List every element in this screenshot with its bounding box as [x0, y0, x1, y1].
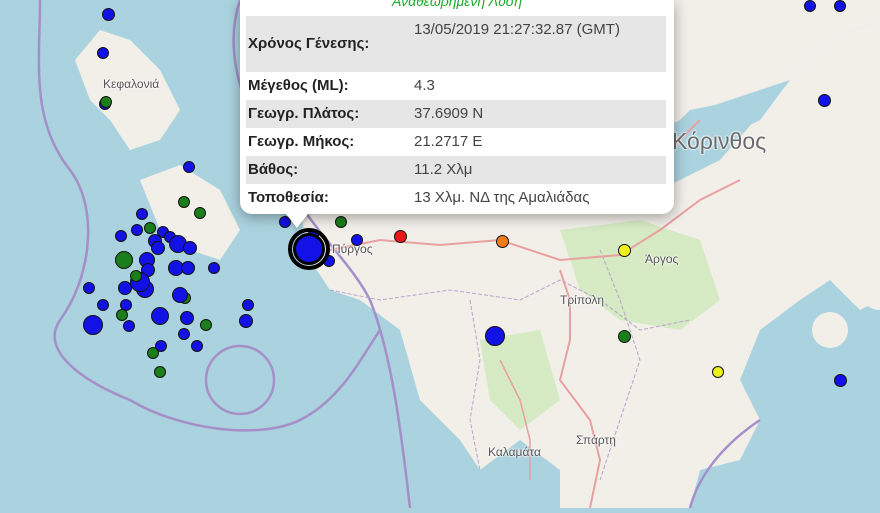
earthquake-marker[interactable]	[131, 224, 143, 236]
place-label-kalamata: Καλαμάτα	[488, 445, 541, 459]
place-label-korinthos: Κόρινθος	[672, 128, 767, 154]
earthquake-marker[interactable]	[151, 307, 169, 325]
earthquake-marker[interactable]	[118, 281, 132, 295]
earthquake-marker[interactable]	[485, 326, 505, 346]
earthquake-marker[interactable]	[154, 366, 166, 378]
earthquake-marker[interactable]	[804, 0, 816, 12]
earthquake-marker[interactable]	[178, 196, 190, 208]
earthquake-marker[interactable]	[180, 311, 194, 325]
earthquake-marker[interactable]	[183, 241, 197, 255]
earthquake-marker[interactable]	[712, 366, 724, 378]
detail-row-magnitude: Μέγεθος (ML): 4.3	[246, 72, 666, 100]
earthquake-marker[interactable]	[208, 262, 220, 274]
detail-value: 21.2717 E	[414, 133, 483, 150]
detail-label: Χρόνος Γένεσης:	[246, 16, 412, 72]
earthquake-marker[interactable]	[617, 243, 631, 257]
earthquake-marker[interactable]	[172, 287, 188, 303]
selected-earthquake-marker[interactable]	[293, 233, 325, 265]
detail-row-origin-time: Χρόνος Γένεσης: 13/05/2019 21:27:32.87 (…	[246, 16, 666, 72]
earthquake-marker[interactable]	[183, 161, 195, 173]
place-label-argos: Άργος	[645, 252, 679, 266]
earthquake-marker[interactable]	[100, 96, 112, 108]
popup-title: Αναθεωρημένη Λύση	[392, 0, 522, 9]
earthquake-marker[interactable]	[115, 251, 133, 269]
earthquake-marker[interactable]	[178, 328, 190, 340]
earthquake-marker[interactable]	[817, 93, 831, 107]
detail-row-latitude: Γεωγρ. Πλάτος: 37.6909 N	[246, 100, 666, 128]
earthquake-marker[interactable]	[181, 261, 195, 275]
earthquake-marker[interactable]	[130, 270, 142, 282]
earthquake-marker[interactable]	[136, 208, 148, 220]
earthquake-marker[interactable]	[97, 47, 109, 59]
earthquake-marker[interactable]	[194, 207, 206, 219]
earthquake-marker[interactable]	[239, 314, 253, 328]
earthquake-details-table: Χρόνος Γένεσης: 13/05/2019 21:27:32.87 (…	[246, 16, 666, 212]
earthquake-marker[interactable]	[97, 299, 109, 311]
earthquake-marker[interactable]	[101, 7, 115, 21]
detail-value: 11.2 Χλμ	[412, 156, 666, 184]
earthquake-marker[interactable]	[242, 299, 254, 311]
earthquake-marker[interactable]	[116, 309, 128, 321]
detail-label: Γεωγρ. Μήκος:	[248, 133, 355, 150]
popup-tip	[283, 210, 311, 228]
earthquake-marker[interactable]	[200, 319, 212, 331]
detail-label: Τοποθεσία:	[248, 189, 329, 206]
earthquake-marker[interactable]	[147, 347, 159, 359]
detail-value: 37.6909 N	[412, 100, 666, 128]
detail-label: Γεωγρ. Πλάτος:	[246, 100, 412, 128]
place-label-tripoli: Τρίπολη	[560, 293, 605, 307]
earthquake-marker[interactable]	[351, 234, 363, 246]
earthquake-marker[interactable]	[335, 216, 347, 228]
earthquake-marker[interactable]	[834, 0, 846, 12]
earthquake-marker[interactable]	[617, 329, 631, 343]
earthquake-marker[interactable]	[83, 315, 103, 335]
detail-value: 13 Χλμ. ΝΔ της Αμαλιάδας	[414, 189, 590, 206]
earthquake-marker[interactable]	[833, 373, 847, 387]
earthquake-marker[interactable]	[393, 229, 407, 243]
earthquake-marker[interactable]	[151, 241, 165, 255]
detail-row-longitude: Γεωγρ. Μήκος: 21.2717 E	[246, 128, 666, 156]
earthquake-marker[interactable]	[123, 320, 135, 332]
detail-row-location: Τοποθεσία: 13 Χλμ. ΝΔ της Αμαλιάδας	[246, 184, 666, 212]
earthquake-marker[interactable]	[115, 230, 127, 242]
earthquake-marker[interactable]	[144, 222, 156, 234]
place-label-kefalonia: Κεφαλονιά	[103, 77, 160, 91]
detail-label: Μέγεθος (ML):	[248, 77, 349, 94]
detail-row-depth: Βάθος: 11.2 Χλμ	[246, 156, 666, 184]
detail-value: 13/05/2019 21:27:32.87 (GMT)	[412, 16, 666, 72]
place-label-sparti: Σπάρτη	[576, 433, 616, 447]
earthquake-marker[interactable]	[191, 340, 203, 352]
earthquake-info-popup: Αναθεωρημένη Λύση Χρόνος Γένεσης: 13/05/…	[240, 0, 674, 214]
earthquake-marker[interactable]	[495, 234, 509, 248]
earthquake-marker[interactable]	[83, 282, 95, 294]
detail-value: 4.3	[414, 77, 435, 94]
detail-label: Βάθος:	[246, 156, 412, 184]
